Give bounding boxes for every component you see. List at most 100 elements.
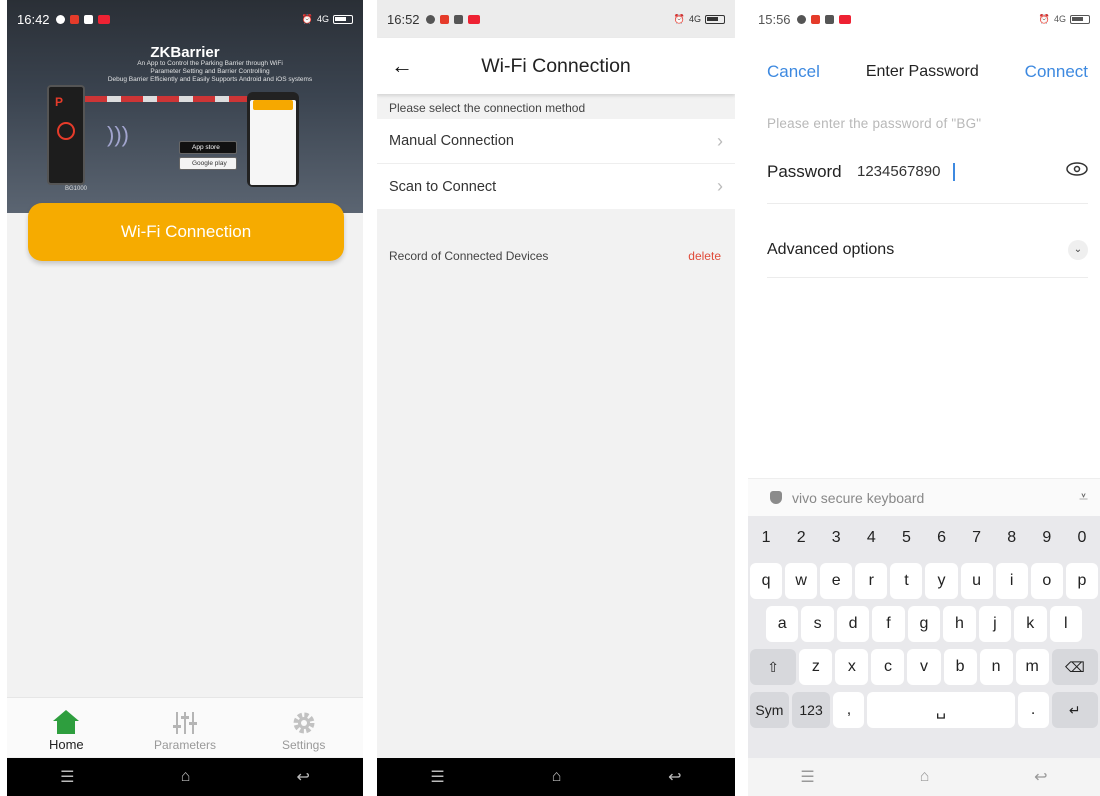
key[interactable]: o (1030, 563, 1063, 599)
menu-icon[interactable]: ☰ (800, 767, 814, 787)
back-arrow-icon[interactable]: ← (377, 53, 427, 79)
menu-icon[interactable]: ☰ (60, 767, 74, 787)
tab-settings[interactable]: Settings (244, 698, 363, 757)
password-field[interactable] (857, 163, 1037, 180)
delete-link[interactable]: delete (688, 249, 721, 263)
cancel-button[interactable]: Cancel (767, 62, 820, 82)
key[interactable]: f (872, 606, 905, 642)
comma-key[interactable]: , (833, 692, 865, 728)
eye-icon[interactable] (1066, 162, 1088, 181)
tab-settings-label: Settings (282, 738, 326, 752)
key[interactable]: p (1065, 563, 1098, 599)
tab-home-label: Home (48, 737, 84, 752)
sym-key[interactable]: Sym (750, 692, 789, 728)
home-icon (52, 707, 80, 737)
signal-label: 4G (688, 14, 701, 24)
key[interactable]: 1 (750, 520, 783, 556)
key[interactable]: m (1015, 649, 1049, 685)
promo-banner: 16:42 ⏰ 4G ZKBarrier An App to Control t… (7, 0, 363, 213)
keyboard-row: Sym 123 , ␣ . ↵ (750, 692, 1099, 728)
key[interactable]: 7 (960, 520, 993, 556)
battery-icon (705, 14, 725, 24)
status-time: 16:52 (387, 11, 420, 27)
key[interactable]: 2 (785, 520, 818, 556)
battery-icon (333, 14, 353, 24)
enter-key[interactable]: ↵ (1051, 692, 1099, 728)
manual-connection-item[interactable]: Manual Connection › (377, 119, 735, 164)
shift-key[interactable]: ⇧ (750, 649, 797, 685)
chevron-down-icon: ⌄ (1068, 239, 1088, 260)
key[interactable]: t (890, 563, 923, 599)
phone-mockup-image (247, 92, 299, 187)
key[interactable]: 9 (1030, 520, 1063, 556)
keyboard-name: vivo secure keyboard (792, 489, 925, 506)
gallery-icon (453, 14, 463, 24)
back-nav-icon[interactable]: ↩ (296, 767, 309, 787)
key[interactable]: g (907, 606, 941, 642)
key[interactable]: 0 (1065, 520, 1098, 556)
key[interactable]: i (995, 563, 1028, 599)
home-screen: 16:42 ⏰ 4G ZKBarrier An App to Control t… (7, 0, 363, 796)
key[interactable]: v (907, 649, 941, 685)
key[interactable]: h (943, 606, 976, 642)
advanced-options-row[interactable]: Advanced options ⌄ (767, 222, 1088, 278)
keyboard-header: vivo secure keyboard ⩡ (748, 478, 1100, 516)
period-key[interactable]: . (1017, 692, 1049, 728)
key[interactable]: b (943, 649, 977, 685)
numbers-key[interactable]: 123 (791, 692, 831, 728)
key[interactable]: 4 (855, 520, 888, 556)
back-nav-icon[interactable]: ↩ (1034, 767, 1047, 787)
wifi-connection-button[interactable]: Wi-Fi Connection (28, 203, 344, 261)
key[interactable]: w (785, 563, 818, 599)
keyboard-row: a s d f g h j k l (750, 606, 1098, 642)
backspace-key[interactable]: ⌫ (1051, 649, 1098, 685)
tab-parameters[interactable]: Parameters (126, 698, 245, 757)
bottom-tab-bar: Home Parameters Settings (7, 697, 363, 757)
signal-label: 4G (1053, 14, 1066, 24)
page-title: Wi-Fi Connection (481, 54, 631, 77)
notification-icon (810, 14, 820, 24)
key[interactable]: n (979, 649, 1013, 685)
key[interactable]: x (835, 649, 869, 685)
key[interactable]: a (766, 606, 799, 642)
keyboard-number-row: 1 2 3 4 5 6 7 8 9 0 (750, 520, 1098, 556)
sliders-icon (172, 708, 198, 738)
status-bar: 15:56 ⏰ 4G (748, 0, 1100, 38)
key[interactable]: y (925, 563, 958, 599)
key[interactable]: 3 (820, 520, 853, 556)
hide-keyboard-icon[interactable]: ⩡ (1079, 489, 1088, 507)
key[interactable]: 6 (925, 520, 958, 556)
key[interactable]: k (1014, 606, 1047, 642)
key[interactable]: z (799, 649, 833, 685)
menu-icon[interactable]: ☰ (430, 767, 444, 787)
key[interactable]: r (855, 563, 888, 599)
app-badge-icon (97, 14, 110, 24)
key[interactable]: e (820, 563, 853, 599)
key[interactable]: c (871, 649, 905, 685)
chevron-right-icon: › (717, 130, 723, 151)
key[interactable]: d (836, 606, 870, 642)
back-nav-icon[interactable]: ↩ (668, 767, 681, 787)
home-nav-icon[interactable]: ⌂ (552, 768, 562, 786)
key[interactable]: j (978, 606, 1012, 642)
key[interactable]: s (801, 606, 834, 642)
connect-button[interactable]: Connect (1025, 62, 1088, 82)
home-nav-icon[interactable]: ⌂ (181, 768, 191, 786)
banner-subtitle: An App to Control the Parking Barrier th… (87, 60, 333, 84)
key[interactable]: l (1049, 606, 1082, 642)
gallery-icon (824, 14, 834, 24)
home-nav-icon[interactable]: ⌂ (920, 768, 930, 786)
space-key[interactable]: ␣ (867, 692, 1015, 728)
scan-to-connect-item[interactable]: Scan to Connect › (377, 164, 735, 209)
tab-home[interactable]: Home (7, 698, 126, 757)
secure-keyboard: 1 2 3 4 5 6 7 8 9 0 q w e r t y u i o p … (748, 516, 1100, 760)
status-bar: 16:42 ⏰ 4G (7, 0, 363, 38)
key[interactable]: 5 (890, 520, 923, 556)
alarm-icon: ⏰ (301, 13, 313, 24)
key[interactable]: q (750, 563, 783, 599)
post-model-label: BG1000 (65, 186, 88, 192)
key[interactable]: u (960, 563, 993, 599)
banner-subtitle-line: Parameter Setting and Barrier Controllin… (150, 68, 270, 75)
password-row: Password (767, 140, 1088, 204)
key[interactable]: 8 (995, 520, 1028, 556)
